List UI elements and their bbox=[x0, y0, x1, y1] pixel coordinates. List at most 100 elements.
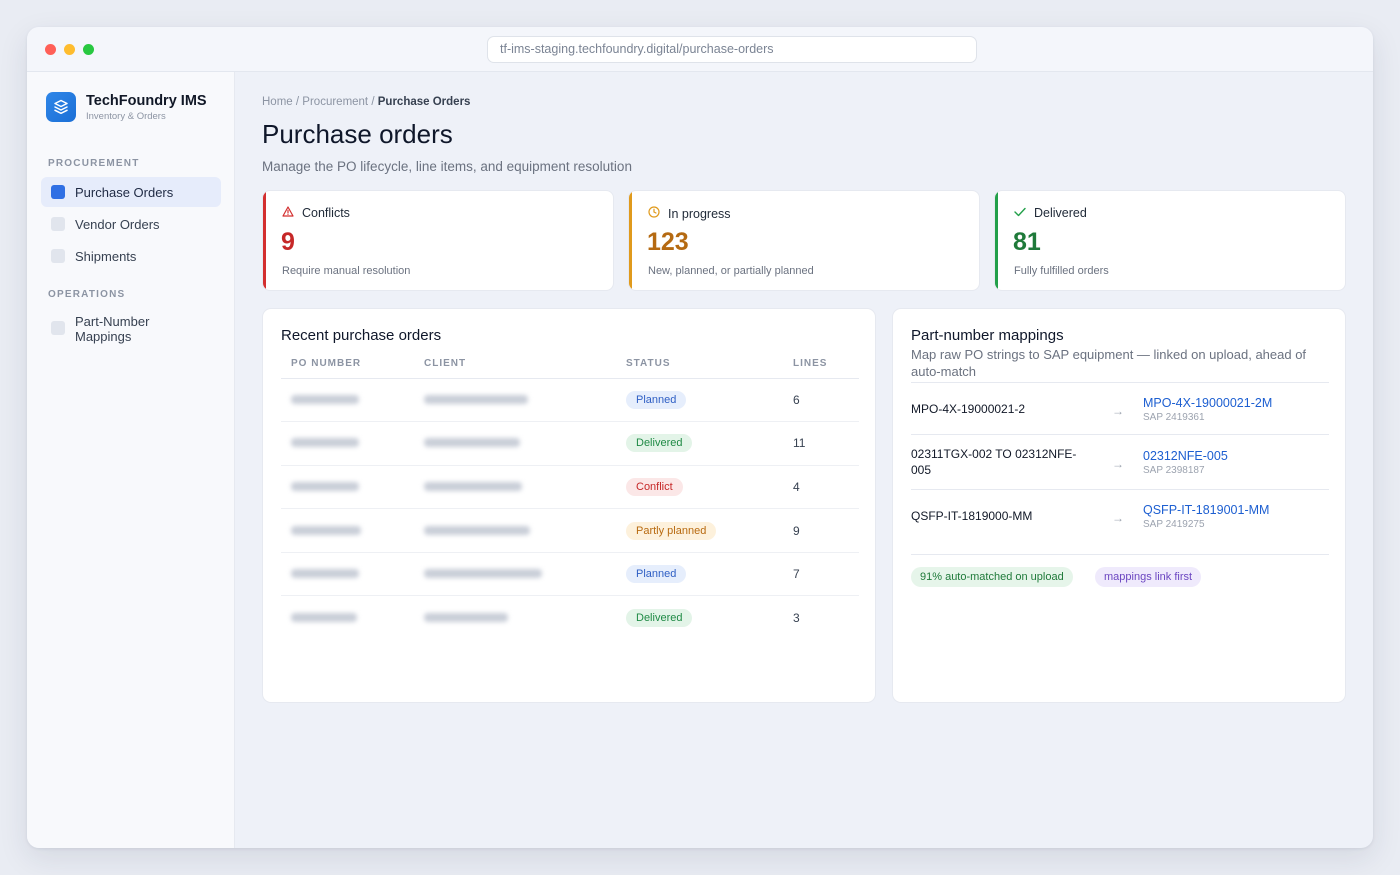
status-cell: Conflict bbox=[616, 465, 783, 510]
mapping-row[interactable]: MPO-4X-19000021-2 → MPO-4X-19000021-2M S… bbox=[911, 382, 1329, 434]
client-cell bbox=[414, 378, 616, 423]
redacted-client bbox=[424, 394, 528, 404]
sidebar-item-part-number-mappings[interactable]: Part-Number Mappings bbox=[41, 314, 221, 354]
breadcrumb-separator: / bbox=[371, 96, 375, 108]
lines-cell: 6 bbox=[783, 378, 859, 423]
redacted-po-number bbox=[291, 569, 359, 579]
sidebar-item-label: Part-Number Mappings bbox=[75, 314, 150, 344]
section-label-operations: OPERATIONS bbox=[48, 289, 126, 300]
breadcrumb-separator: / bbox=[295, 96, 300, 108]
vendor-orders-icon bbox=[51, 217, 65, 231]
table-row[interactable]: Delivered 11 bbox=[281, 421, 859, 466]
table-row[interactable]: Conflict 4 bbox=[281, 465, 859, 510]
lines-cell: 11 bbox=[783, 421, 859, 466]
stat-card-in-progress[interactable]: In progress 123 New, planned, or partial… bbox=[628, 190, 980, 291]
stat-header: In progress bbox=[648, 206, 731, 221]
lines-cell: 9 bbox=[783, 508, 859, 553]
sidebar-item-shipments[interactable]: Shipments bbox=[41, 241, 221, 271]
address-bar[interactable]: tf-ims-staging.techfoundry.digital/purch… bbox=[487, 36, 977, 63]
stat-description: Require manual resolution bbox=[282, 265, 411, 277]
shipments-icon bbox=[51, 249, 65, 263]
arrow-right-icon: → bbox=[1112, 404, 1124, 418]
status-badge: Delivered bbox=[626, 434, 693, 453]
arrow-right-icon: → bbox=[1112, 511, 1124, 525]
auto-matched-badge: 91% auto-matched on upload bbox=[911, 567, 1073, 587]
table-row[interactable]: Partly planned 9 bbox=[281, 508, 859, 553]
mapping-target-link[interactable]: MPO-4X-19000021-2M bbox=[1143, 396, 1272, 410]
sidebar-item-label: Shipments bbox=[75, 249, 137, 264]
breadcrumb-current: Purchase Orders bbox=[377, 96, 471, 108]
column-header-status[interactable]: STATUS bbox=[616, 353, 783, 379]
stat-value: 81 bbox=[1013, 228, 1041, 256]
mapping-source: QSFP-IT-1819000-MM bbox=[911, 509, 1033, 523]
app-window: tf-ims-staging.techfoundry.digital/purch… bbox=[27, 27, 1373, 848]
clock-icon bbox=[648, 206, 662, 221]
column-header-po-number[interactable]: PO NUMBER bbox=[281, 353, 414, 379]
close-window-button[interactable] bbox=[45, 44, 56, 55]
column-header-client[interactable]: CLIENT bbox=[414, 353, 616, 379]
stat-label: In progress bbox=[668, 207, 731, 221]
status-cell: Partly planned bbox=[616, 508, 783, 553]
table-header-row: PO NUMBER CLIENT STATUS LINES bbox=[281, 353, 859, 379]
mapping-row[interactable]: QSFP-IT-1819000-MM → QSFP-IT-1819001-MM … bbox=[911, 489, 1329, 554]
breadcrumb-procurement[interactable]: Procurement bbox=[302, 96, 368, 108]
client-cell bbox=[414, 596, 616, 640]
redacted-po-number bbox=[291, 438, 359, 448]
maximize-window-button[interactable] bbox=[83, 44, 94, 55]
sidebar: TechFoundry IMS Inventory & Orders PROCU… bbox=[27, 72, 235, 848]
mappings-icon bbox=[51, 321, 65, 335]
warning-triangle-icon bbox=[282, 206, 296, 220]
status-badge: Delivered bbox=[626, 609, 693, 628]
stat-accent-bar bbox=[263, 191, 266, 290]
minimize-window-button[interactable] bbox=[64, 44, 75, 55]
check-icon bbox=[1014, 206, 1028, 220]
brand-name: TechFoundry IMS bbox=[86, 93, 207, 109]
brand-subtitle: Inventory & Orders bbox=[86, 111, 166, 122]
client-cell bbox=[414, 421, 616, 466]
link-first-badge: mappings link first bbox=[1095, 567, 1202, 587]
column-header-lines[interactable]: LINES bbox=[783, 353, 859, 379]
panel-description: Map raw PO strings to SAP equipment — li… bbox=[911, 347, 1307, 379]
stat-card-delivered[interactable]: Delivered 81 Fully fulfilled orders bbox=[994, 190, 1346, 291]
mappings-panel: Part-number mappings Map raw PO strings … bbox=[892, 308, 1346, 703]
table-row[interactable]: Planned 7 bbox=[281, 552, 859, 597]
redacted-client bbox=[424, 481, 522, 491]
orders-table: PO NUMBER CLIENT STATUS LINES Planned 6 bbox=[281, 353, 859, 640]
main-content: Home / Procurement / Purchase Orders Pur… bbox=[235, 72, 1373, 848]
po-number-cell bbox=[281, 508, 414, 553]
client-cell bbox=[414, 465, 616, 510]
client-cell bbox=[414, 508, 616, 553]
panel-title: Recent purchase orders bbox=[281, 327, 442, 344]
stat-value: 123 bbox=[647, 228, 689, 256]
mapping-sap-id: SAP 2398187 bbox=[1143, 465, 1205, 476]
stat-value: 9 bbox=[281, 228, 295, 256]
mapping-row[interactable]: 02311TGX-002 TO 02312NFE-005 → 02312NFE-… bbox=[911, 434, 1329, 489]
status-badge: Conflict bbox=[626, 477, 683, 496]
mapping-target-link[interactable]: QSFP-IT-1819001-MM bbox=[1143, 503, 1269, 517]
layers-icon bbox=[46, 92, 76, 122]
sidebar-item-purchase-orders[interactable]: Purchase Orders bbox=[41, 177, 221, 207]
stat-accent-bar bbox=[629, 191, 632, 290]
table-row[interactable]: Delivered 3 bbox=[281, 596, 859, 640]
status-badge: Planned bbox=[626, 565, 687, 584]
redacted-client bbox=[424, 525, 530, 535]
breadcrumb-home[interactable]: Home bbox=[262, 96, 293, 108]
breadcrumb: Home / Procurement / Purchase Orders bbox=[262, 96, 470, 108]
po-number-cell bbox=[281, 465, 414, 510]
status-cell: Planned bbox=[616, 552, 783, 597]
table-row[interactable]: Planned 6 bbox=[281, 378, 859, 423]
stat-label: Delivered bbox=[1034, 206, 1087, 220]
redacted-po-number bbox=[291, 613, 357, 623]
stat-header: Delivered bbox=[1014, 206, 1087, 220]
po-number-cell bbox=[281, 552, 414, 597]
status-cell: Planned bbox=[616, 378, 783, 423]
arrow-right-icon: → bbox=[1112, 457, 1124, 471]
sidebar-item-vendor-orders[interactable]: Vendor Orders bbox=[41, 209, 221, 239]
po-number-cell bbox=[281, 378, 414, 423]
stat-card-conflicts[interactable]: Conflicts 9 Require manual resolution bbox=[262, 190, 614, 291]
mapping-target-link[interactable]: 02312NFE-005 bbox=[1143, 449, 1228, 463]
stat-description: New, planned, or partially planned bbox=[648, 265, 814, 277]
stat-label: Conflicts bbox=[302, 206, 350, 220]
mapping-source: 02311TGX-002 TO 02312NFE-005 bbox=[911, 447, 1077, 477]
lines-cell: 4 bbox=[783, 465, 859, 510]
